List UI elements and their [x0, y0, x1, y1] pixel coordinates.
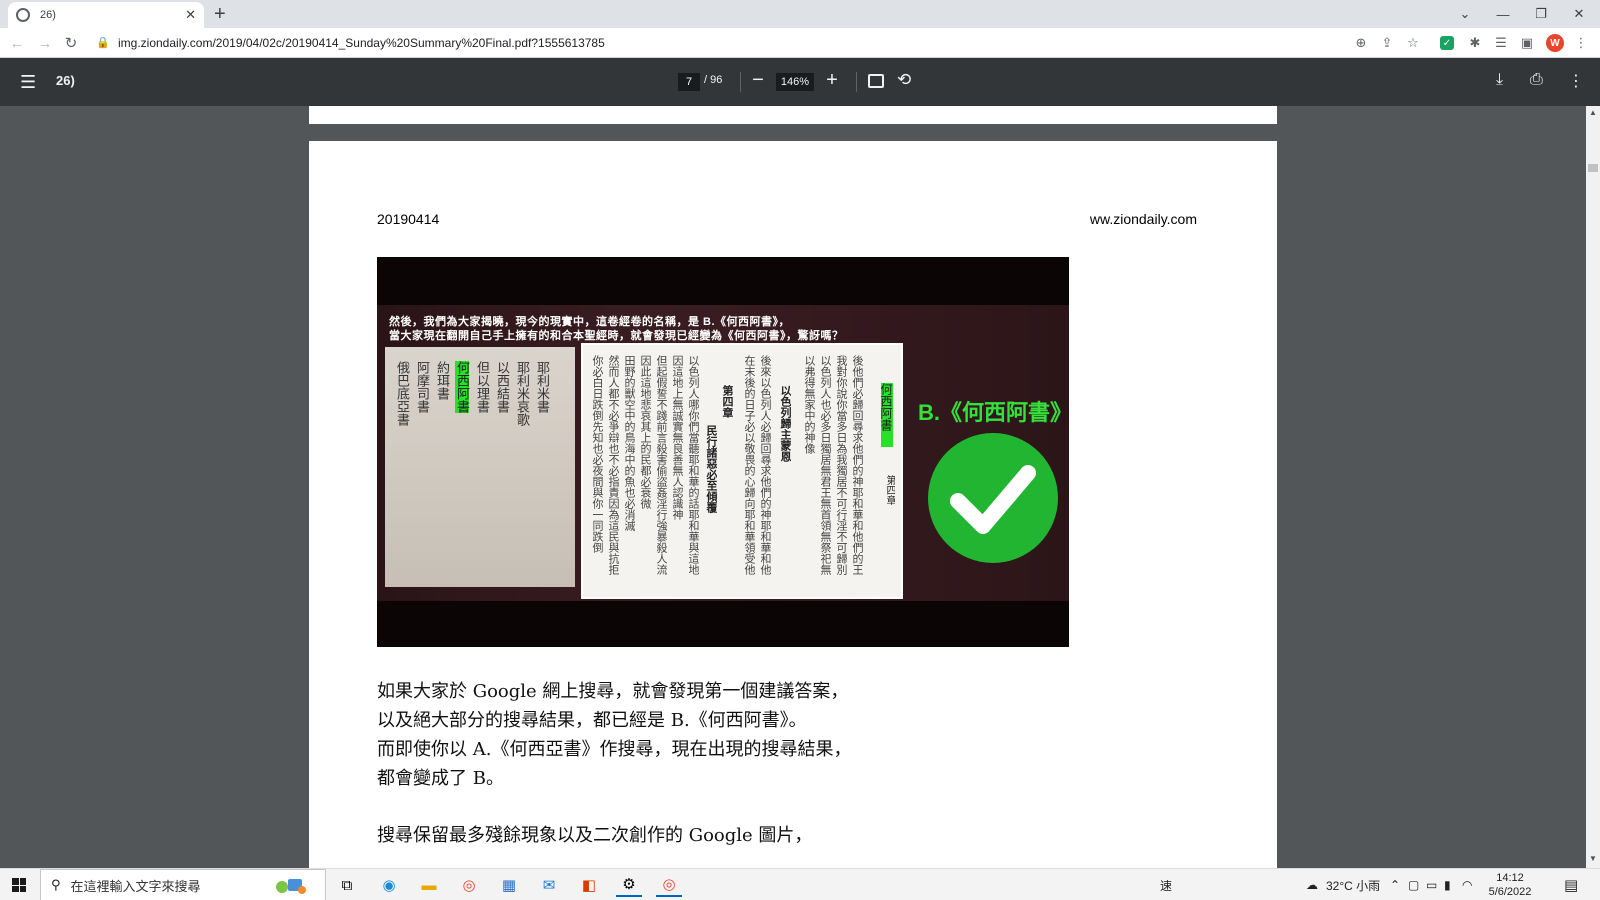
scroll-up-arrow-icon[interactable]: ▲ [1589, 108, 1597, 117]
mail-icon[interactable]: ✉ [536, 873, 562, 897]
paragraph-line: 都會變成了 B。 [377, 768, 504, 789]
weather-icon[interactable]: ☁ [1306, 869, 1318, 900]
wifi-icon[interactable]: ◠ [1462, 869, 1472, 900]
tab-title: 26) [40, 9, 56, 21]
scroll-down-arrow-icon[interactable]: ▼ [1589, 854, 1597, 863]
checkmark-icon [928, 433, 1058, 563]
display-icon[interactable]: ▭ [1426, 869, 1437, 900]
edge-icon[interactable]: ◉ [376, 873, 402, 897]
download-icon[interactable]: ⤓ [1496, 71, 1503, 89]
pdf-toolbar: ☰ 26) 7 / 96 − 146% + ⟲ ⤓ ⎙ ⋮ [0, 58, 1600, 106]
globe-icon [16, 8, 30, 22]
pdf-menu-icon[interactable]: ☰ [20, 72, 36, 92]
ime-indicator[interactable]: 速 [1160, 869, 1172, 900]
vertical-scrollbar[interactable]: ▲ ▼ [1586, 106, 1600, 868]
image-caption-line2: 當大家現在翻開自己手上擁有的和合本聖經時，就會發現已經變為《何西阿書》，驚訝嗎？ [389, 330, 844, 342]
search-highlight-icon[interactable] [272, 875, 308, 895]
paragraph-line: 如果大家於 Google 網上搜尋，就會發現第一個建議答案， [377, 681, 849, 702]
settings-gear-icon[interactable]: ⚙ [616, 873, 642, 897]
zoom-out-button[interactable]: − [748, 69, 768, 92]
office-icon[interactable]: ◧ [576, 873, 602, 897]
answer-label: B.《何西阿書》 [918, 400, 1069, 425]
address-bar[interactable]: 🔒 img.ziondaily.com/2019/04/02c/20190414… [90, 31, 1378, 55]
bookmark-star-icon[interactable]: ☆ [1404, 34, 1422, 52]
page-header-site: ww.ziondaily.com [1089, 211, 1197, 227]
battery-icon[interactable]: ▮ [1444, 869, 1451, 900]
zoom-in-button[interactable]: + [822, 69, 842, 92]
forward-button[interactable]: → [34, 32, 56, 54]
notification-icon[interactable]: ▤ [1564, 869, 1578, 900]
tab-close-icon[interactable]: ✕ [185, 7, 196, 23]
print-icon[interactable]: ⎙ [1530, 71, 1543, 89]
old-bible-scan: 耶利米書 耶利米哀歌 以西結書 但以理書 何西阿書 約珥書 阿摩司書 俄巴底亞書 [385, 347, 575, 587]
reading-list-icon[interactable]: ☰ [1492, 34, 1510, 52]
new-bible-scan: 何西阿書 第四章 後他們必歸回尋求他們的神耶和華和他們的王大衛在末後的日子必以敬… [581, 343, 903, 599]
back-button[interactable]: ← [6, 32, 28, 54]
new-tab-button[interactable]: + [214, 3, 226, 25]
page-total: / 96 [704, 74, 723, 86]
search-icon: ⚲ [51, 877, 61, 892]
windows-start-icon[interactable] [12, 878, 26, 892]
tab-strip: 26) ✕ + ⌄ — ❐ ✕ [0, 0, 1600, 28]
windows-taskbar: ⚲ 在這裡輸入文字來搜尋 ⧉ ◉ ▬ ◎ ▦ ✉ ◧ ⚙ ◎ 速 ☁ 32°C … [0, 868, 1600, 900]
pdf-viewer[interactable]: 20190414 ww.ziondaily.com 然後，我們為大家揭曉，現今的… [0, 106, 1586, 868]
pdf-page: 20190414 ww.ziondaily.com 然後，我們為大家揭曉，現今的… [309, 141, 1277, 868]
side-panel-icon[interactable]: ▣ [1518, 34, 1536, 52]
rotate-icon[interactable]: ⟲ [897, 70, 911, 90]
chrome-active-icon[interactable]: ◎ [656, 873, 682, 897]
browser-toolbar: ← → ↻ 🔒 img.ziondaily.com/2019/04/02c/20… [0, 28, 1600, 58]
weather-text[interactable]: 32°C 小雨 [1326, 869, 1380, 900]
lock-icon[interactable]: 🔒 [96, 36, 110, 50]
embedded-image: 然後，我們為大家揭曉，現今的現實中，這卷經卷的名稱，是 B.《何西阿書》， 當大… [377, 257, 1069, 647]
scrollbar-thumb[interactable] [1588, 164, 1598, 172]
clock-date: 5/6/2022 [1488, 886, 1532, 898]
extensions-puzzle-icon[interactable]: ✱ [1466, 34, 1484, 52]
url-text[interactable]: img.ziondaily.com/2019/04/02c/20190414_S… [118, 36, 605, 50]
pdf-title: 26) [56, 73, 75, 88]
clock-time: 14:12 [1496, 872, 1524, 884]
paragraph-line: 以及絕大部分的搜尋結果，都已經是 B.《何西阿書》。 [377, 710, 807, 731]
close-window-button[interactable]: ✕ [1560, 0, 1598, 28]
previous-page [309, 106, 1277, 124]
scan-highlight: 何西阿書 [454, 361, 469, 413]
reload-button[interactable]: ↻ [60, 32, 82, 54]
page-number-input[interactable]: 7 [678, 73, 700, 91]
paragraph-line: 搜尋保留最多殘餘現象以及二次創作的 Google 圖片， [377, 825, 813, 846]
zoom-icon[interactable]: ⊕ [1352, 34, 1370, 52]
restore-button[interactable]: ❐ [1522, 0, 1560, 28]
toolbar-divider [856, 72, 857, 92]
fit-page-icon[interactable] [868, 74, 884, 88]
store-icon[interactable]: ▦ [496, 873, 522, 897]
clock[interactable]: 14:12 5/6/2022 [1482, 871, 1538, 899]
tab-search-icon[interactable]: ⌄ [1446, 0, 1484, 28]
share-icon[interactable]: ⇪ [1378, 34, 1396, 52]
minimize-button[interactable]: — [1484, 0, 1522, 28]
zoom-level-input[interactable]: 146% [776, 73, 814, 91]
scan-chapter: 第四章 [884, 475, 895, 505]
tab-pdf[interactable]: 26) ✕ [8, 2, 204, 28]
page-header-date: 20190414 [377, 211, 440, 227]
pdf-more-icon[interactable]: ⋮ [1568, 71, 1584, 91]
chrome-pinned-icon[interactable]: ◎ [456, 873, 482, 897]
browser-menu-icon[interactable]: ⋮ [1572, 34, 1590, 52]
scan-heading: 民行諸惡必至傾覆 [705, 425, 717, 513]
extension-check-icon[interactable]: ✓ [1440, 36, 1454, 50]
tray-overflow-icon[interactable]: ⌃ [1390, 869, 1400, 900]
search-placeholder: 在這裡輸入文字來搜尋 [70, 878, 201, 894]
profile-avatar[interactable]: W [1546, 34, 1564, 52]
file-explorer-icon[interactable]: ▬ [416, 873, 442, 897]
paragraph-line: 而即使你以 A.《何西亞書》作搜尋，現在出現的搜尋結果， [377, 739, 852, 760]
task-view-icon[interactable]: ⧉ [334, 873, 360, 897]
meet-icon[interactable]: ▢ [1408, 869, 1419, 900]
toolbar-divider [740, 72, 741, 92]
